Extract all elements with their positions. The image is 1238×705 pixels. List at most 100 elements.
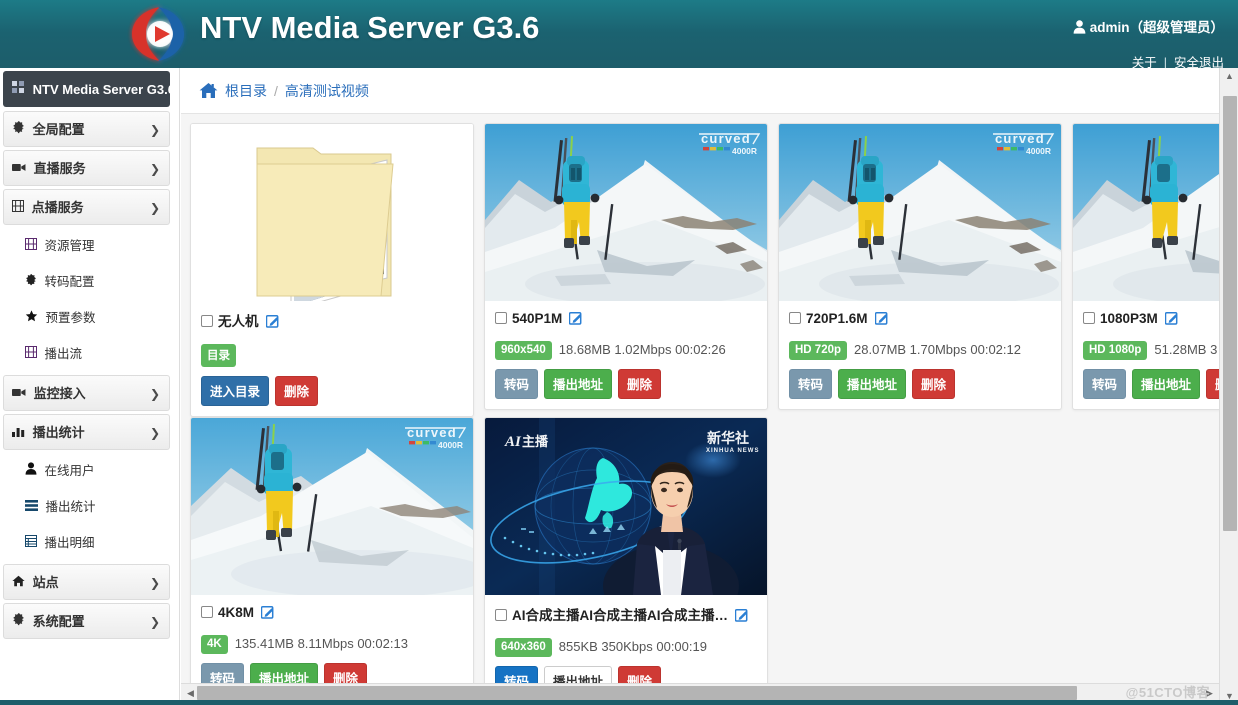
card-title-row: 720P1.6M (789, 310, 1051, 330)
delete-button[interactable]: 删除 (912, 369, 955, 399)
video-thumbnail[interactable]: curved 4000R (1073, 124, 1219, 301)
card-checkbox[interactable] (1083, 312, 1095, 324)
svg-text:curved: curved (995, 131, 1045, 146)
edit-icon[interactable] (266, 314, 280, 333)
svg-text:4000R: 4000R (438, 440, 463, 450)
card-buttons: 转码播出地址删除 (495, 369, 757, 399)
sidebar-item-preset-params[interactable]: 预置参数 (3, 300, 170, 336)
card-checkbox[interactable] (495, 312, 507, 324)
sidebar-item-vod-service[interactable]: 点播服务 ❯ (3, 189, 170, 225)
card-folder[interactable]: 无人机 目录 进入目录删除 (190, 123, 474, 417)
card-video[interactable]: curved 4000R 720P1.6M (778, 123, 1062, 410)
card-checkbox[interactable] (201, 606, 213, 618)
svg-text:curved: curved (701, 131, 751, 146)
sidebar-item-label: 转码配置 (44, 275, 94, 289)
broadcast-url-button[interactable]: 播出地址 (544, 369, 612, 399)
sidebar-item-broadcast-stats[interactable]: 播出统计 ❯ (3, 414, 170, 450)
sidebar-item-global-config[interactable]: 全局配置 ❯ (3, 111, 170, 147)
card-badge: HD 720p (789, 341, 847, 360)
card-title: 720P1.6M (806, 311, 868, 326)
gear-icon (25, 275, 40, 289)
card-meta-row: 目录 (201, 344, 463, 367)
cards-grid: 无人机 目录 进入目录删除 (181, 115, 1219, 705)
sidebar-item-monitor-access[interactable]: 监控接入 ❯ (3, 375, 170, 411)
sidebar-brand: NTV Media Server G3.6 (3, 71, 170, 107)
delete-button[interactable]: 删除 (1206, 369, 1219, 399)
card-checkbox[interactable] (201, 315, 213, 327)
breadcrumb-current: 高清测试视频 (285, 83, 369, 99)
chevron-down-icon: ❯ (150, 565, 160, 600)
horizontal-scrollbar[interactable]: ◀ ▶ (181, 683, 1219, 701)
sidebar-item-site[interactable]: 站点 ❯ (3, 564, 170, 600)
card-body: 无人机 目录 进入目录删除 (191, 301, 473, 416)
play-circle-logo (126, 2, 190, 66)
svg-text:4000R: 4000R (1026, 146, 1051, 156)
sidebar-item-resource-manage[interactable]: 资源管理 (3, 228, 170, 264)
card-meta-row: 640x360855KB 350Kbps 00:00:19 (495, 638, 757, 657)
edit-icon[interactable] (261, 605, 275, 624)
horizontal-scroll-thumb[interactable] (197, 686, 1077, 700)
film-icon (12, 200, 28, 215)
sidebar-item-broadcast-detail[interactable]: 播出明细 (3, 525, 170, 561)
sidebar-item-transcode-config[interactable]: 转码配置 (3, 264, 170, 300)
transcode-button[interactable]: 转码 (789, 369, 832, 399)
logout-link[interactable]: 安全退出 (1174, 56, 1224, 68)
scroll-up-arrow[interactable]: ▲ (1220, 68, 1238, 85)
card-video[interactable]: curved 4000R 4K8M (190, 417, 474, 704)
edit-icon[interactable] (735, 608, 749, 627)
card-video[interactable]: curved 4000R 1080P3M (1072, 123, 1219, 410)
broadcast-url-button[interactable]: 播出地址 (838, 369, 906, 399)
chevron-down-icon: ❯ (150, 112, 160, 147)
transcode-button[interactable]: 转码 (1083, 369, 1126, 399)
video-camera-icon (12, 161, 30, 176)
card-video[interactable]: curved 4000R 540P1M (484, 123, 768, 410)
content-area: 根目录 / 高清测试视频 (181, 68, 1219, 705)
edit-icon[interactable] (569, 311, 583, 330)
transcode-button[interactable]: 转码 (495, 369, 538, 399)
card-checkbox[interactable] (495, 609, 507, 621)
vertical-scrollbar[interactable]: ▲ ▼ (1219, 68, 1238, 705)
folder-thumbnail[interactable] (191, 124, 473, 301)
vertical-scroll-thumb[interactable] (1223, 96, 1237, 531)
card-title: 540P1M (512, 311, 562, 326)
card-video[interactable]: AI 主播 新华社 XINHUA NEWS AI合成主播AI合成主播AI合成主播… (484, 417, 768, 705)
card-title: AI合成主播AI合成主播AI合成主播… (512, 608, 728, 623)
video-thumbnail[interactable]: curved 4000R (191, 418, 473, 595)
card-meta-row: 4K135.41MB 8.11Mbps 00:02:13 (201, 635, 463, 654)
chevron-down-icon: ❯ (150, 376, 160, 411)
edit-icon[interactable] (1165, 311, 1179, 330)
video-camera-icon (12, 386, 30, 401)
svg-text:AI: AI (504, 434, 522, 450)
sidebar-item-output-stream[interactable]: 播出流 (3, 336, 170, 372)
video-thumbnail[interactable]: curved 4000R (779, 124, 1061, 301)
card-badge: 960x540 (495, 341, 552, 360)
gear-icon (12, 122, 29, 137)
home-icon[interactable] (199, 82, 218, 102)
home-icon (12, 575, 29, 590)
card-badge: 4K (201, 635, 228, 654)
card-title-row: AI合成主播AI合成主播AI合成主播… (495, 604, 757, 627)
sidebar-item-broadcast-stats-sub[interactable]: 播出统计 (3, 489, 170, 525)
person-icon (1073, 20, 1086, 37)
edit-icon[interactable] (875, 311, 889, 330)
delete-button[interactable]: 删除 (618, 369, 661, 399)
card-meta: 855KB 350Kbps 00:00:19 (559, 639, 707, 654)
card-meta-row: HD 1080p51.28MB 3 (1083, 341, 1219, 360)
video-thumbnail[interactable]: AI 主播 新华社 XINHUA NEWS (485, 418, 767, 595)
delete-button[interactable]: 删除 (275, 376, 318, 406)
sidebar-item-online-users[interactable]: 在线用户 (3, 453, 170, 489)
sidebar-item-label: 播出明细 (44, 536, 94, 550)
breadcrumb-separator: / (274, 83, 278, 99)
sidebar-brand-label: NTV Media Server G3.6 (33, 82, 170, 97)
sidebar-item-live-service[interactable]: 直播服务 ❯ (3, 150, 170, 186)
svg-text:主播: 主播 (522, 434, 549, 449)
about-link[interactable]: 关于 (1132, 56, 1157, 68)
enter-folder-button[interactable]: 进入目录 (201, 376, 269, 406)
breadcrumb-root[interactable]: 根目录 (225, 83, 267, 99)
broadcast-url-button[interactable]: 播出地址 (1132, 369, 1200, 399)
svg-text:curved: curved (407, 425, 457, 440)
sidebar-item-system-config[interactable]: 系统配置 ❯ (3, 603, 170, 639)
card-checkbox[interactable] (789, 312, 801, 324)
bottom-strip (0, 700, 1238, 705)
video-thumbnail[interactable]: curved 4000R (485, 124, 767, 301)
